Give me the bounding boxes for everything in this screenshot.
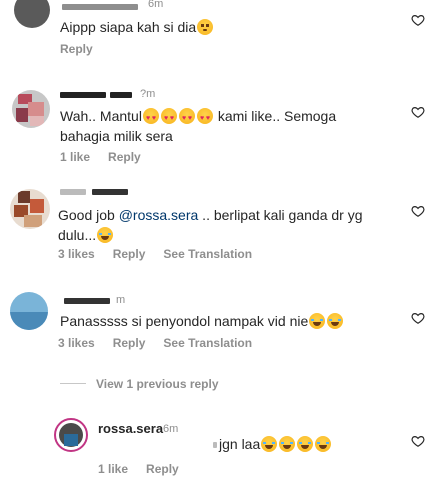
likes-count[interactable]: 1 like [98, 462, 128, 476]
heart-outline-icon[interactable] [411, 13, 425, 27]
reply-button[interactable]: Reply [60, 42, 93, 56]
heart-outline-icon[interactable] [411, 105, 425, 119]
laughing-emoji [97, 227, 114, 243]
likes-count[interactable]: 1 like [60, 150, 90, 164]
avatar[interactable] [54, 418, 88, 452]
reply-username[interactable]: rossa.sera [98, 421, 163, 436]
heart-eyes-emoji [160, 108, 177, 129]
reply-button[interactable]: Reply [113, 336, 146, 350]
mention-link[interactable]: @rossa.sera [119, 207, 199, 223]
laughing-emoji [279, 436, 296, 452]
username-redacted [62, 4, 138, 10]
comment-text: Wah.. Mantul kami like.. Semoga bahagia … [60, 106, 360, 146]
heart-outline-icon[interactable] [411, 311, 425, 325]
see-translation-button[interactable]: See Translation [163, 247, 252, 261]
comment-item: ?m Wah.. Mantul kami like.. Semoga bahag… [0, 82, 445, 164]
reply-button[interactable]: Reply [146, 462, 179, 476]
laughing-emoji [327, 313, 344, 329]
reply-time: 6m [163, 423, 179, 435]
laughing-emoji [315, 436, 332, 452]
avatar[interactable] [10, 292, 48, 330]
username-redacted [60, 189, 86, 195]
comment-text: Good job @rossa.sera .. berlipat kali ga… [58, 207, 363, 243]
heart-outline-icon[interactable] [411, 434, 425, 448]
likes-count[interactable]: 3 likes [58, 336, 95, 350]
heart-eyes-emoji [196, 108, 213, 129]
comment-text: Panasssss si penyondol nampak vid nie [60, 311, 344, 331]
username-redacted [64, 298, 110, 304]
comment-time: m [116, 294, 126, 306]
username-redacted [110, 92, 132, 98]
reply-item: rossa.sera 6m jgn laa 1 like Reply [0, 410, 445, 486]
username-redacted [60, 92, 106, 98]
avatar[interactable] [12, 90, 50, 128]
heart-eyes-emoji [178, 108, 195, 129]
comment-actions: 1 like Reply [60, 150, 159, 164]
username-redacted [92, 189, 128, 195]
comment-actions: 3 likes Reply See Translation [58, 247, 270, 261]
comment-item: 6m Aippp siapa kah si dia Reply [0, 0, 445, 62]
comment-time: ?m [140, 88, 156, 100]
reply-button[interactable]: Reply [108, 150, 141, 164]
comment-item: m Panasssss si penyondol nampak vid nie … [0, 290, 445, 360]
comment-time: 6m [148, 0, 164, 10]
flushed-face-emoji [197, 19, 214, 35]
reply-text: jgn laa [219, 434, 332, 454]
heart-eyes-emoji [142, 108, 159, 129]
comment-actions: 3 likes Reply See Translation [58, 336, 270, 350]
mention-redacted [213, 442, 217, 448]
laughing-emoji [309, 313, 326, 329]
reply-actions: 1 like Reply [98, 462, 197, 476]
laughing-emoji [261, 436, 278, 452]
avatar[interactable] [14, 0, 50, 28]
comment-item: Good job @rossa.sera .. berlipat kali ga… [0, 183, 445, 267]
heart-outline-icon[interactable] [411, 204, 425, 218]
comment-actions: Reply [60, 42, 111, 56]
avatar[interactable] [10, 189, 50, 229]
likes-count[interactable]: 3 likes [58, 247, 95, 261]
see-translation-button[interactable]: See Translation [163, 336, 252, 350]
replies-divider [60, 383, 86, 384]
comment-text: Aippp siapa kah si dia [60, 17, 214, 37]
view-previous-replies-button[interactable]: View 1 previous reply [96, 377, 219, 391]
laughing-emoji [297, 436, 314, 452]
reply-button[interactable]: Reply [113, 247, 146, 261]
